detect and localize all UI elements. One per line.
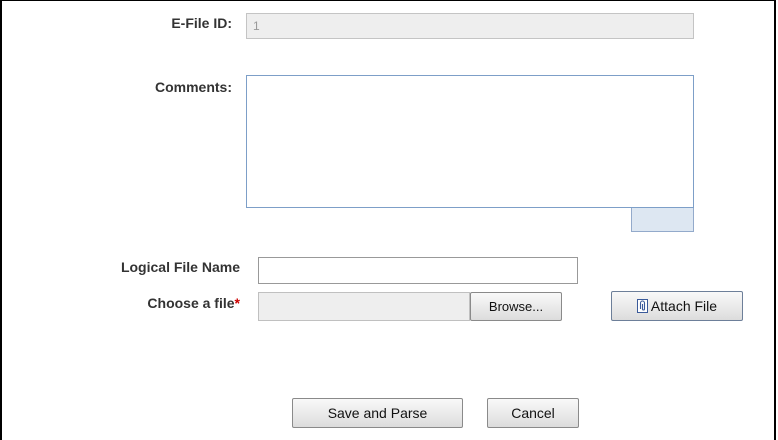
cancel-button[interactable]: Cancel: [487, 398, 579, 428]
required-marker: *: [234, 295, 240, 311]
efile-id-field[interactable]: [246, 13, 694, 39]
logical-file-name-input[interactable]: [258, 257, 578, 284]
comments-textarea[interactable]: [246, 75, 694, 208]
efile-id-label: E-File ID:: [171, 15, 232, 31]
paperclip-icon: [636, 299, 648, 313]
logical-file-name-label: Logical File Name: [120, 259, 240, 275]
file-path-field[interactable]: [258, 292, 470, 321]
comments-label: Comments:: [154, 79, 232, 95]
comments-resize-handle[interactable]: [631, 208, 694, 232]
save-and-parse-button[interactable]: Save and Parse: [292, 398, 463, 428]
browse-button[interactable]: Browse...: [470, 292, 562, 321]
choose-file-label: Choose a file*: [60, 295, 240, 311]
attach-file-button[interactable]: Attach File: [611, 291, 743, 321]
choose-file-text: Choose a file: [147, 295, 235, 311]
attach-file-label: Attach File: [650, 298, 718, 314]
